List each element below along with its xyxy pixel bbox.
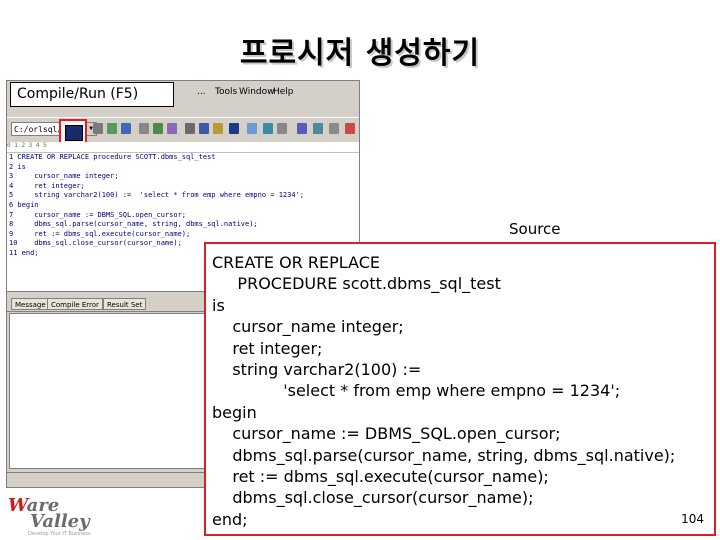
page-number: 104 — [681, 511, 704, 526]
editor-ruler: 0 1 2 3 4 5 — [7, 142, 359, 153]
source-line: cursor_name integer; — [212, 317, 404, 337]
source-line: PROCEDURE scott.dbms_sql_test — [212, 274, 501, 294]
toolbar-button-14[interactable] — [297, 123, 307, 134]
toolbar-button-7[interactable] — [185, 123, 195, 134]
editor-line: 3 cursor_name integer; — [9, 172, 119, 181]
source-line: cursor_name := DBMS_SQL.open_cursor; — [212, 424, 561, 444]
toolbar-button-9[interactable] — [213, 123, 223, 134]
source-line: ret := dbms_sql.execute(cursor_name); — [212, 467, 549, 487]
source-line: dbms_sql.parse(cursor_name, string, dbms… — [212, 445, 676, 465]
toolbar-button-10[interactable] — [229, 123, 239, 134]
editor-line: 6 begin — [9, 200, 39, 209]
editor-line: 4 ret integer; — [9, 181, 85, 190]
source-line: dbms_sql.close_cursor(cursor_name); — [212, 488, 534, 508]
ide-toolbar: C:/orlsql/ ▼ — [7, 117, 359, 145]
source-code-box: CREATE OR REPLACE PROCEDURE scott.dbms_s… — [204, 242, 716, 536]
toolbar-button-1[interactable] — [93, 123, 103, 134]
menu-item-tools[interactable]: Tools — [215, 87, 237, 97]
slide-title: 프로시저 생성하기 — [239, 36, 481, 71]
toolbar-button-5[interactable] — [153, 123, 163, 134]
source-line: string varchar2(100) := — [212, 360, 422, 380]
source-line: end; — [212, 509, 248, 529]
warevalley-logo: Ware Valley Develop Your IT Business — [8, 497, 128, 538]
compile-run-callout: Compile/Run (F5) — [10, 82, 174, 107]
menu-item-window[interactable]: Window — [239, 87, 275, 97]
toolbar-button-17[interactable] — [345, 123, 355, 134]
editor-line: 2 is — [9, 162, 26, 171]
grid-icon — [65, 125, 83, 141]
schema-combo-value: C:/orlsql/ — [14, 125, 63, 134]
menu-item-more[interactable]: ... — [197, 87, 206, 97]
editor-line: 8 dbms_sql.parse(cursor_name, string, db… — [9, 220, 258, 229]
editor-line: 7 cursor_name := DBMS_SQL.open_cursor; — [9, 210, 187, 219]
source-line: CREATE OR REPLACE — [212, 253, 380, 272]
tab-message[interactable]: Message — [11, 298, 50, 310]
tab-compile-error[interactable]: Compile Error — [47, 298, 103, 310]
toolbar-button-11[interactable] — [247, 123, 257, 134]
toolbar-button-16[interactable] — [329, 123, 339, 134]
toolbar-button-4[interactable] — [139, 123, 149, 134]
menu-item-help[interactable]: Help — [273, 87, 294, 97]
toolbar-button-2[interactable] — [107, 123, 117, 134]
toolbar-button-6[interactable] — [167, 123, 177, 134]
toolbar-button-12[interactable] — [263, 123, 273, 134]
source-line: begin — [212, 402, 257, 422]
toolbar-button-3[interactable] — [121, 123, 131, 134]
editor-line: 1 CREATE OR REPLACE procedure SCOTT.dbms… — [9, 153, 216, 161]
tab-result-set[interactable]: Result Set — [103, 298, 147, 310]
source-line: 'select * from emp where empno = 1234'; — [212, 381, 621, 401]
source-label: Source — [509, 220, 561, 238]
editor-line: 5 string varchar2(100) := 'select * from… — [9, 191, 305, 200]
logo-tagline: Develop Your IT Business — [28, 531, 91, 537]
toolbar-button-8[interactable] — [199, 123, 209, 134]
source-line: is — [212, 295, 225, 315]
toolbar-button-13[interactable] — [277, 123, 287, 134]
editor-line: 9 ret := dbms_sql.execute(cursor_name); — [9, 229, 191, 238]
toolbar-button-15[interactable] — [313, 123, 323, 134]
source-line: ret integer; — [212, 338, 323, 358]
logo-name-bottom: Valley — [30, 511, 90, 532]
